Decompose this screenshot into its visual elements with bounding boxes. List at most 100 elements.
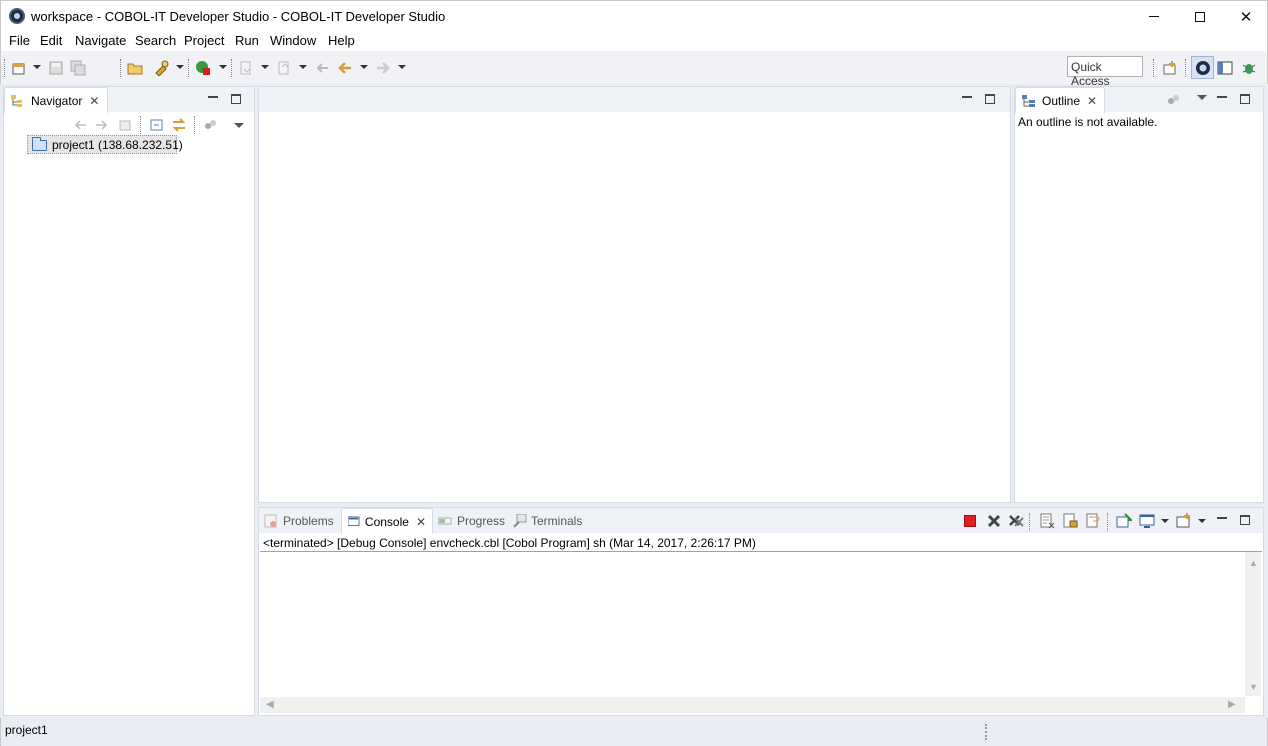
tab-problems[interactable]: Problems (264, 512, 334, 530)
debug-dropdown-icon[interactable] (219, 65, 227, 69)
tab-progress-label: Progress (457, 514, 506, 528)
maximize-icon[interactable] (985, 94, 995, 104)
collapse-all-icon[interactable] (149, 118, 165, 132)
close-icon[interactable]: ✕ (416, 515, 426, 529)
back-dropdown-icon[interactable] (360, 65, 368, 69)
tab-progress[interactable]: Progress (438, 512, 505, 530)
main-toolbar: Quick Access (0, 51, 1268, 88)
minimize-icon[interactable] (962, 96, 972, 98)
toolbar-grip (4, 59, 5, 77)
remove-launch-icon[interactable] (986, 513, 1002, 529)
maximize-icon[interactable] (231, 94, 241, 104)
problems-icon (264, 514, 277, 528)
display-selected-console-icon[interactable] (1139, 513, 1155, 529)
back-icon[interactable] (337, 60, 353, 76)
menu-edit[interactable]: Edit (40, 33, 62, 48)
vertical-scrollbar[interactable]: ▲ ▼ (1245, 552, 1261, 696)
tab-terminals-label: Terminals (531, 514, 583, 528)
previous-annotation-dropdown-icon[interactable] (299, 65, 307, 69)
menu-project[interactable]: Project (184, 33, 224, 48)
outline-message: An outline is not available. (1018, 115, 1158, 129)
minimize-icon (1149, 16, 1159, 17)
minimize-icon[interactable] (208, 96, 218, 98)
cobol-perspective-icon (1196, 61, 1210, 75)
menu-navigate[interactable]: Navigate (75, 33, 126, 48)
remove-all-terminated-icon[interactable] (1008, 513, 1025, 529)
scroll-down-icon[interactable]: ▼ (1249, 682, 1258, 692)
console-panel: Problems Console ✕ Progress Terminals <t… (258, 507, 1264, 716)
resource-perspective-icon[interactable] (1217, 60, 1233, 76)
outline-icon (1022, 94, 1035, 107)
status-divider (985, 724, 987, 740)
quick-access-field[interactable]: Quick Access (1067, 56, 1143, 88)
console-description: <terminated> [Debug Console] envcheck.cb… (263, 536, 756, 550)
scroll-left-icon[interactable]: ◀ (266, 699, 274, 710)
cobol-perspective-button[interactable] (1191, 56, 1214, 79)
display-console-dropdown-icon[interactable] (1161, 519, 1169, 523)
build-icon[interactable] (153, 60, 169, 76)
next-annotation-dropdown-icon[interactable] (261, 65, 269, 69)
view-menu-icon[interactable] (234, 123, 244, 128)
close-icon: ✕ (1239, 8, 1253, 26)
scroll-lock-icon[interactable] (1062, 513, 1078, 529)
terminate-icon[interactable] (964, 515, 976, 527)
outline-tab-label: Outline (1042, 93, 1081, 108)
save-icon[interactable] (48, 60, 64, 76)
outline-panel: Outline ✕ An outline is not available. (1014, 86, 1264, 503)
tree-item-label: project1 (138.68.232.51) (52, 138, 183, 152)
next-annotation-icon[interactable] (238, 60, 254, 76)
status-bar: project1 (0, 718, 1268, 746)
close-icon[interactable]: ✕ (89, 94, 99, 108)
minimize-icon[interactable] (1217, 96, 1227, 98)
new-file-icon[interactable] (11, 60, 27, 76)
maximize-window-button[interactable] (1177, 1, 1223, 32)
build-dropdown-icon[interactable] (176, 65, 184, 69)
view-menu-icon[interactable] (1197, 95, 1207, 100)
forward-icon[interactable] (375, 60, 391, 76)
horizontal-scrollbar[interactable]: ◀ ▶ (260, 697, 1245, 713)
editor-area (258, 86, 1011, 503)
close-icon[interactable]: ✕ (1087, 94, 1097, 108)
debug-perspective-icon[interactable] (1241, 60, 1257, 76)
filters-icon[interactable] (1166, 93, 1182, 107)
terminals-icon (513, 514, 527, 528)
maximize-icon[interactable] (1240, 94, 1250, 104)
menu-help[interactable]: Help (328, 33, 355, 48)
minimize-window-button[interactable] (1131, 1, 1177, 32)
debug-run-icon[interactable] (195, 60, 211, 76)
tab-console[interactable]: Console ✕ (341, 508, 433, 534)
back-icon[interactable] (72, 118, 88, 132)
menu-search[interactable]: Search (135, 33, 176, 48)
minimize-icon[interactable] (1217, 517, 1227, 519)
new-file-dropdown-icon[interactable] (33, 65, 41, 69)
maximize-icon[interactable] (1240, 515, 1250, 525)
tab-problems-label: Problems (283, 514, 334, 528)
save-all-icon[interactable] (70, 60, 86, 76)
previous-annotation-icon[interactable] (276, 60, 292, 76)
up-icon[interactable] (117, 118, 133, 132)
clear-console-icon[interactable] (1039, 513, 1055, 529)
menu-bar: File Edit Navigate Search Project Run Wi… (0, 31, 1268, 51)
link-with-editor-icon[interactable] (171, 118, 187, 132)
scroll-up-icon[interactable]: ▲ (1249, 558, 1258, 568)
menu-run[interactable]: Run (235, 33, 259, 48)
forward-dropdown-icon[interactable] (398, 65, 406, 69)
tab-outline[interactable]: Outline ✕ (1015, 87, 1105, 113)
last-edit-location-icon[interactable] (314, 60, 330, 76)
open-console-dropdown-icon[interactable] (1198, 519, 1206, 523)
tab-terminals[interactable]: Terminals (513, 512, 582, 530)
filters-icon[interactable] (203, 118, 219, 132)
close-window-button[interactable]: ✕ (1223, 1, 1268, 32)
open-perspective-icon[interactable] (1162, 60, 1178, 76)
word-wrap-icon[interactable] (1085, 513, 1101, 529)
open-console-icon[interactable] (1176, 513, 1192, 529)
scroll-right-icon[interactable]: ▶ (1228, 699, 1236, 710)
menu-window[interactable]: Window (270, 33, 316, 48)
open-folder-icon[interactable] (127, 60, 143, 76)
pin-console-icon[interactable] (1116, 513, 1132, 529)
tree-item-project1[interactable]: project1 (138.68.232.51) (27, 135, 183, 154)
navigator-icon (11, 94, 22, 107)
menu-file[interactable]: File (9, 33, 30, 48)
forward-icon[interactable] (94, 118, 110, 132)
tab-navigator[interactable]: Navigator ✕ (4, 87, 108, 113)
